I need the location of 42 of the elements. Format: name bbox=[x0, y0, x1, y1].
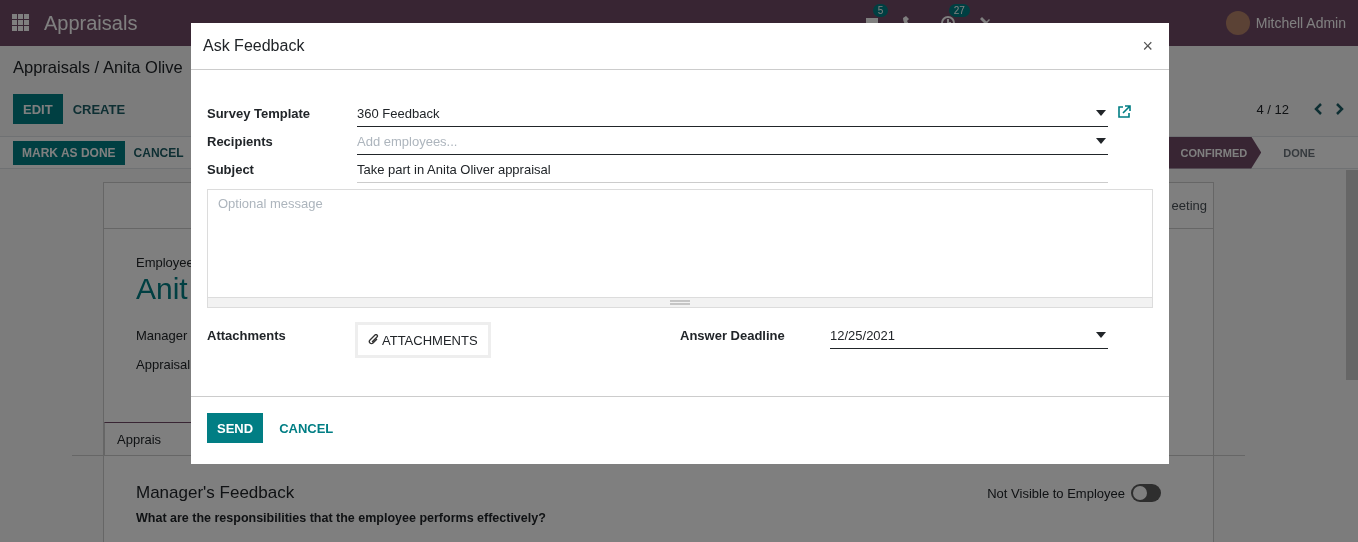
visibility-label: Not Visible to Employee bbox=[987, 485, 1125, 501]
count-badge: 27 bbox=[948, 4, 970, 17]
date-field[interactable]: 12/25/2021 bbox=[830, 327, 1096, 343]
field-label: Attachments bbox=[207, 327, 287, 343]
cancel-button[interactable]: CANCEL bbox=[269, 413, 344, 443]
resize-handle-icon[interactable] bbox=[670, 300, 690, 305]
paperclip-icon bbox=[368, 334, 379, 346]
field-label: Manager bbox=[136, 328, 188, 343]
breadcrumb: Appraisals / Anita Olive bbox=[13, 58, 184, 78]
caret-icon bbox=[1096, 332, 1106, 338]
visibility-toggle[interactable] bbox=[1131, 484, 1161, 502]
field-label: Employee bbox=[136, 255, 194, 270]
next-icon[interactable] bbox=[1335, 103, 1345, 115]
field-label: Subject bbox=[207, 161, 255, 177]
dropdown-field[interactable]: 360 Feedback bbox=[357, 105, 1096, 121]
app-name: Appraisals bbox=[44, 11, 138, 35]
send-button[interactable]: SEND bbox=[207, 413, 264, 443]
pager-counter[interactable]: 4 / 12 bbox=[1256, 101, 1289, 117]
field-label: Answer Deadline bbox=[680, 327, 786, 343]
previous-icon[interactable] bbox=[1313, 103, 1323, 115]
attachments-button[interactable]: ATTACHMENTS bbox=[355, 322, 491, 358]
edit-button[interactable]: EDIT bbox=[13, 94, 63, 124]
employee-name: Anit bbox=[136, 272, 188, 306]
cancel-button[interactable]: CANCEL bbox=[124, 140, 193, 165]
field-label: Survey Template bbox=[207, 105, 312, 121]
dropdown-field[interactable]: Add employees... bbox=[357, 133, 1096, 149]
section-title: Manager's Feedback bbox=[136, 483, 295, 503]
question-text: What are the responsibilities that the employee performs effectively? bbox=[136, 511, 546, 525]
field-label: Recipients bbox=[207, 133, 274, 149]
input-field[interactable]: Take part in Anita Oliver appraisal bbox=[357, 161, 1108, 177]
status-stage[interactable]: DONE bbox=[1261, 136, 1329, 169]
user-menu[interactable]: Mitchell Admin bbox=[1255, 15, 1346, 31]
caret-icon bbox=[1096, 110, 1106, 116]
external-link-icon[interactable] bbox=[1117, 105, 1131, 119]
caret-icon bbox=[1096, 138, 1106, 144]
apps-menu-icon[interactable] bbox=[12, 14, 30, 32]
close-button[interactable]: × bbox=[1138, 35, 1157, 57]
dialog-title: Ask Feedback bbox=[203, 37, 305, 55]
mark-done-button[interactable]: MARK AS DONE bbox=[13, 140, 125, 165]
count-badge: 5 bbox=[872, 4, 889, 17]
create-button[interactable]: CREATE bbox=[62, 94, 136, 124]
field-label: Appraisal bbox=[136, 357, 191, 372]
